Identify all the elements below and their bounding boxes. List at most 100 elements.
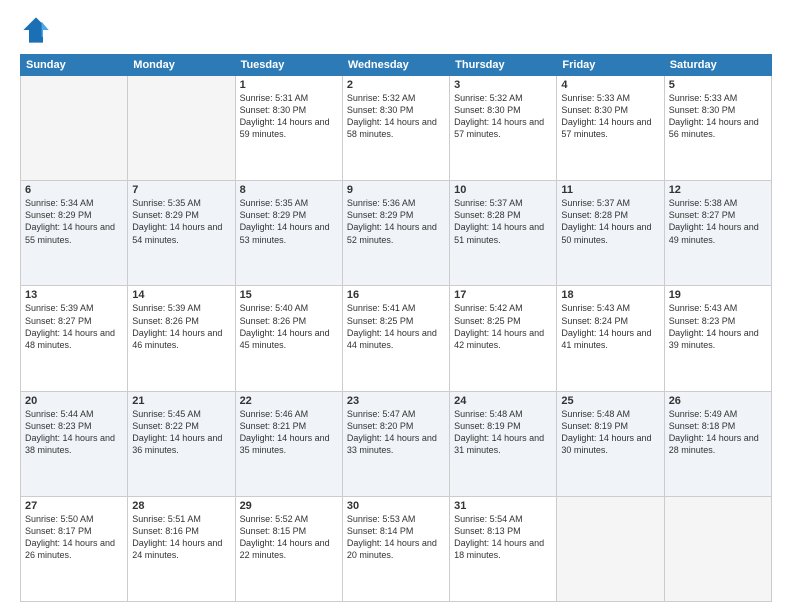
day-detail: Sunrise: 5:37 AMSunset: 8:28 PMDaylight:… <box>454 197 552 246</box>
day-number: 22 <box>240 395 338 407</box>
calendar-header-monday: Monday <box>128 55 235 76</box>
day-detail: Sunrise: 5:33 AMSunset: 8:30 PMDaylight:… <box>561 92 659 141</box>
day-detail: Sunrise: 5:40 AMSunset: 8:26 PMDaylight:… <box>240 302 338 351</box>
calendar-table: SundayMondayTuesdayWednesdayThursdayFrid… <box>20 54 772 602</box>
day-number: 24 <box>454 395 552 407</box>
day-number: 10 <box>454 184 552 196</box>
page: SundayMondayTuesdayWednesdayThursdayFrid… <box>0 0 792 612</box>
calendar-cell: 28Sunrise: 5:51 AMSunset: 8:16 PMDayligh… <box>128 496 235 601</box>
calendar-cell: 26Sunrise: 5:49 AMSunset: 8:18 PMDayligh… <box>664 391 771 496</box>
logo-icon <box>22 16 50 44</box>
day-number: 4 <box>561 79 659 91</box>
calendar-cell: 29Sunrise: 5:52 AMSunset: 8:15 PMDayligh… <box>235 496 342 601</box>
day-number: 11 <box>561 184 659 196</box>
calendar-week-row-3: 13Sunrise: 5:39 AMSunset: 8:27 PMDayligh… <box>21 286 772 391</box>
day-detail: Sunrise: 5:43 AMSunset: 8:23 PMDaylight:… <box>669 302 767 351</box>
day-number: 16 <box>347 289 445 301</box>
calendar-cell: 4Sunrise: 5:33 AMSunset: 8:30 PMDaylight… <box>557 76 664 181</box>
day-number: 18 <box>561 289 659 301</box>
day-number: 17 <box>454 289 552 301</box>
day-number: 2 <box>347 79 445 91</box>
calendar-cell: 31Sunrise: 5:54 AMSunset: 8:13 PMDayligh… <box>450 496 557 601</box>
day-detail: Sunrise: 5:39 AMSunset: 8:26 PMDaylight:… <box>132 302 230 351</box>
calendar-week-row-4: 20Sunrise: 5:44 AMSunset: 8:23 PMDayligh… <box>21 391 772 496</box>
day-number: 23 <box>347 395 445 407</box>
calendar-cell: 22Sunrise: 5:46 AMSunset: 8:21 PMDayligh… <box>235 391 342 496</box>
day-number: 27 <box>25 500 123 512</box>
day-number: 25 <box>561 395 659 407</box>
calendar-cell: 5Sunrise: 5:33 AMSunset: 8:30 PMDaylight… <box>664 76 771 181</box>
day-number: 12 <box>669 184 767 196</box>
day-number: 19 <box>669 289 767 301</box>
calendar-cell: 13Sunrise: 5:39 AMSunset: 8:27 PMDayligh… <box>21 286 128 391</box>
calendar-header-thursday: Thursday <box>450 55 557 76</box>
calendar-header-tuesday: Tuesday <box>235 55 342 76</box>
day-number: 6 <box>25 184 123 196</box>
day-number: 13 <box>25 289 123 301</box>
calendar-cell: 27Sunrise: 5:50 AMSunset: 8:17 PMDayligh… <box>21 496 128 601</box>
day-detail: Sunrise: 5:38 AMSunset: 8:27 PMDaylight:… <box>669 197 767 246</box>
calendar-cell: 12Sunrise: 5:38 AMSunset: 8:27 PMDayligh… <box>664 181 771 286</box>
day-number: 30 <box>347 500 445 512</box>
day-detail: Sunrise: 5:39 AMSunset: 8:27 PMDaylight:… <box>25 302 123 351</box>
calendar-cell: 1Sunrise: 5:31 AMSunset: 8:30 PMDaylight… <box>235 76 342 181</box>
calendar-cell: 3Sunrise: 5:32 AMSunset: 8:30 PMDaylight… <box>450 76 557 181</box>
day-detail: Sunrise: 5:35 AMSunset: 8:29 PMDaylight:… <box>132 197 230 246</box>
calendar-cell: 20Sunrise: 5:44 AMSunset: 8:23 PMDayligh… <box>21 391 128 496</box>
day-detail: Sunrise: 5:52 AMSunset: 8:15 PMDaylight:… <box>240 513 338 562</box>
calendar-cell <box>557 496 664 601</box>
calendar-cell: 24Sunrise: 5:48 AMSunset: 8:19 PMDayligh… <box>450 391 557 496</box>
day-detail: Sunrise: 5:36 AMSunset: 8:29 PMDaylight:… <box>347 197 445 246</box>
day-detail: Sunrise: 5:50 AMSunset: 8:17 PMDaylight:… <box>25 513 123 562</box>
day-detail: Sunrise: 5:53 AMSunset: 8:14 PMDaylight:… <box>347 513 445 562</box>
day-detail: Sunrise: 5:32 AMSunset: 8:30 PMDaylight:… <box>454 92 552 141</box>
calendar-cell: 17Sunrise: 5:42 AMSunset: 8:25 PMDayligh… <box>450 286 557 391</box>
day-detail: Sunrise: 5:33 AMSunset: 8:30 PMDaylight:… <box>669 92 767 141</box>
day-number: 20 <box>25 395 123 407</box>
calendar-cell: 6Sunrise: 5:34 AMSunset: 8:29 PMDaylight… <box>21 181 128 286</box>
day-number: 29 <box>240 500 338 512</box>
calendar-week-row-2: 6Sunrise: 5:34 AMSunset: 8:29 PMDaylight… <box>21 181 772 286</box>
calendar-header-saturday: Saturday <box>664 55 771 76</box>
day-number: 1 <box>240 79 338 91</box>
day-number: 7 <box>132 184 230 196</box>
calendar-cell: 15Sunrise: 5:40 AMSunset: 8:26 PMDayligh… <box>235 286 342 391</box>
calendar-cell: 11Sunrise: 5:37 AMSunset: 8:28 PMDayligh… <box>557 181 664 286</box>
day-detail: Sunrise: 5:43 AMSunset: 8:24 PMDaylight:… <box>561 302 659 351</box>
logo <box>20 16 52 44</box>
day-number: 26 <box>669 395 767 407</box>
calendar-cell: 8Sunrise: 5:35 AMSunset: 8:29 PMDaylight… <box>235 181 342 286</box>
day-number: 8 <box>240 184 338 196</box>
calendar-header-sunday: Sunday <box>21 55 128 76</box>
day-detail: Sunrise: 5:44 AMSunset: 8:23 PMDaylight:… <box>25 408 123 457</box>
calendar-week-row-5: 27Sunrise: 5:50 AMSunset: 8:17 PMDayligh… <box>21 496 772 601</box>
day-detail: Sunrise: 5:45 AMSunset: 8:22 PMDaylight:… <box>132 408 230 457</box>
calendar-cell: 16Sunrise: 5:41 AMSunset: 8:25 PMDayligh… <box>342 286 449 391</box>
calendar-cell <box>128 76 235 181</box>
day-detail: Sunrise: 5:49 AMSunset: 8:18 PMDaylight:… <box>669 408 767 457</box>
calendar-cell: 2Sunrise: 5:32 AMSunset: 8:30 PMDaylight… <box>342 76 449 181</box>
calendar-header-friday: Friday <box>557 55 664 76</box>
day-number: 14 <box>132 289 230 301</box>
calendar-week-row-1: 1Sunrise: 5:31 AMSunset: 8:30 PMDaylight… <box>21 76 772 181</box>
day-number: 15 <box>240 289 338 301</box>
day-number: 3 <box>454 79 552 91</box>
calendar-header-row: SundayMondayTuesdayWednesdayThursdayFrid… <box>21 55 772 76</box>
day-detail: Sunrise: 5:48 AMSunset: 8:19 PMDaylight:… <box>454 408 552 457</box>
calendar-cell: 19Sunrise: 5:43 AMSunset: 8:23 PMDayligh… <box>664 286 771 391</box>
calendar-cell: 10Sunrise: 5:37 AMSunset: 8:28 PMDayligh… <box>450 181 557 286</box>
calendar-cell: 9Sunrise: 5:36 AMSunset: 8:29 PMDaylight… <box>342 181 449 286</box>
day-detail: Sunrise: 5:54 AMSunset: 8:13 PMDaylight:… <box>454 513 552 562</box>
day-detail: Sunrise: 5:42 AMSunset: 8:25 PMDaylight:… <box>454 302 552 351</box>
header <box>20 16 772 44</box>
calendar-cell: 18Sunrise: 5:43 AMSunset: 8:24 PMDayligh… <box>557 286 664 391</box>
calendar-cell: 7Sunrise: 5:35 AMSunset: 8:29 PMDaylight… <box>128 181 235 286</box>
day-number: 5 <box>669 79 767 91</box>
day-detail: Sunrise: 5:46 AMSunset: 8:21 PMDaylight:… <box>240 408 338 457</box>
day-detail: Sunrise: 5:35 AMSunset: 8:29 PMDaylight:… <box>240 197 338 246</box>
day-number: 9 <box>347 184 445 196</box>
calendar-cell <box>21 76 128 181</box>
day-number: 31 <box>454 500 552 512</box>
calendar-cell: 23Sunrise: 5:47 AMSunset: 8:20 PMDayligh… <box>342 391 449 496</box>
day-detail: Sunrise: 5:47 AMSunset: 8:20 PMDaylight:… <box>347 408 445 457</box>
